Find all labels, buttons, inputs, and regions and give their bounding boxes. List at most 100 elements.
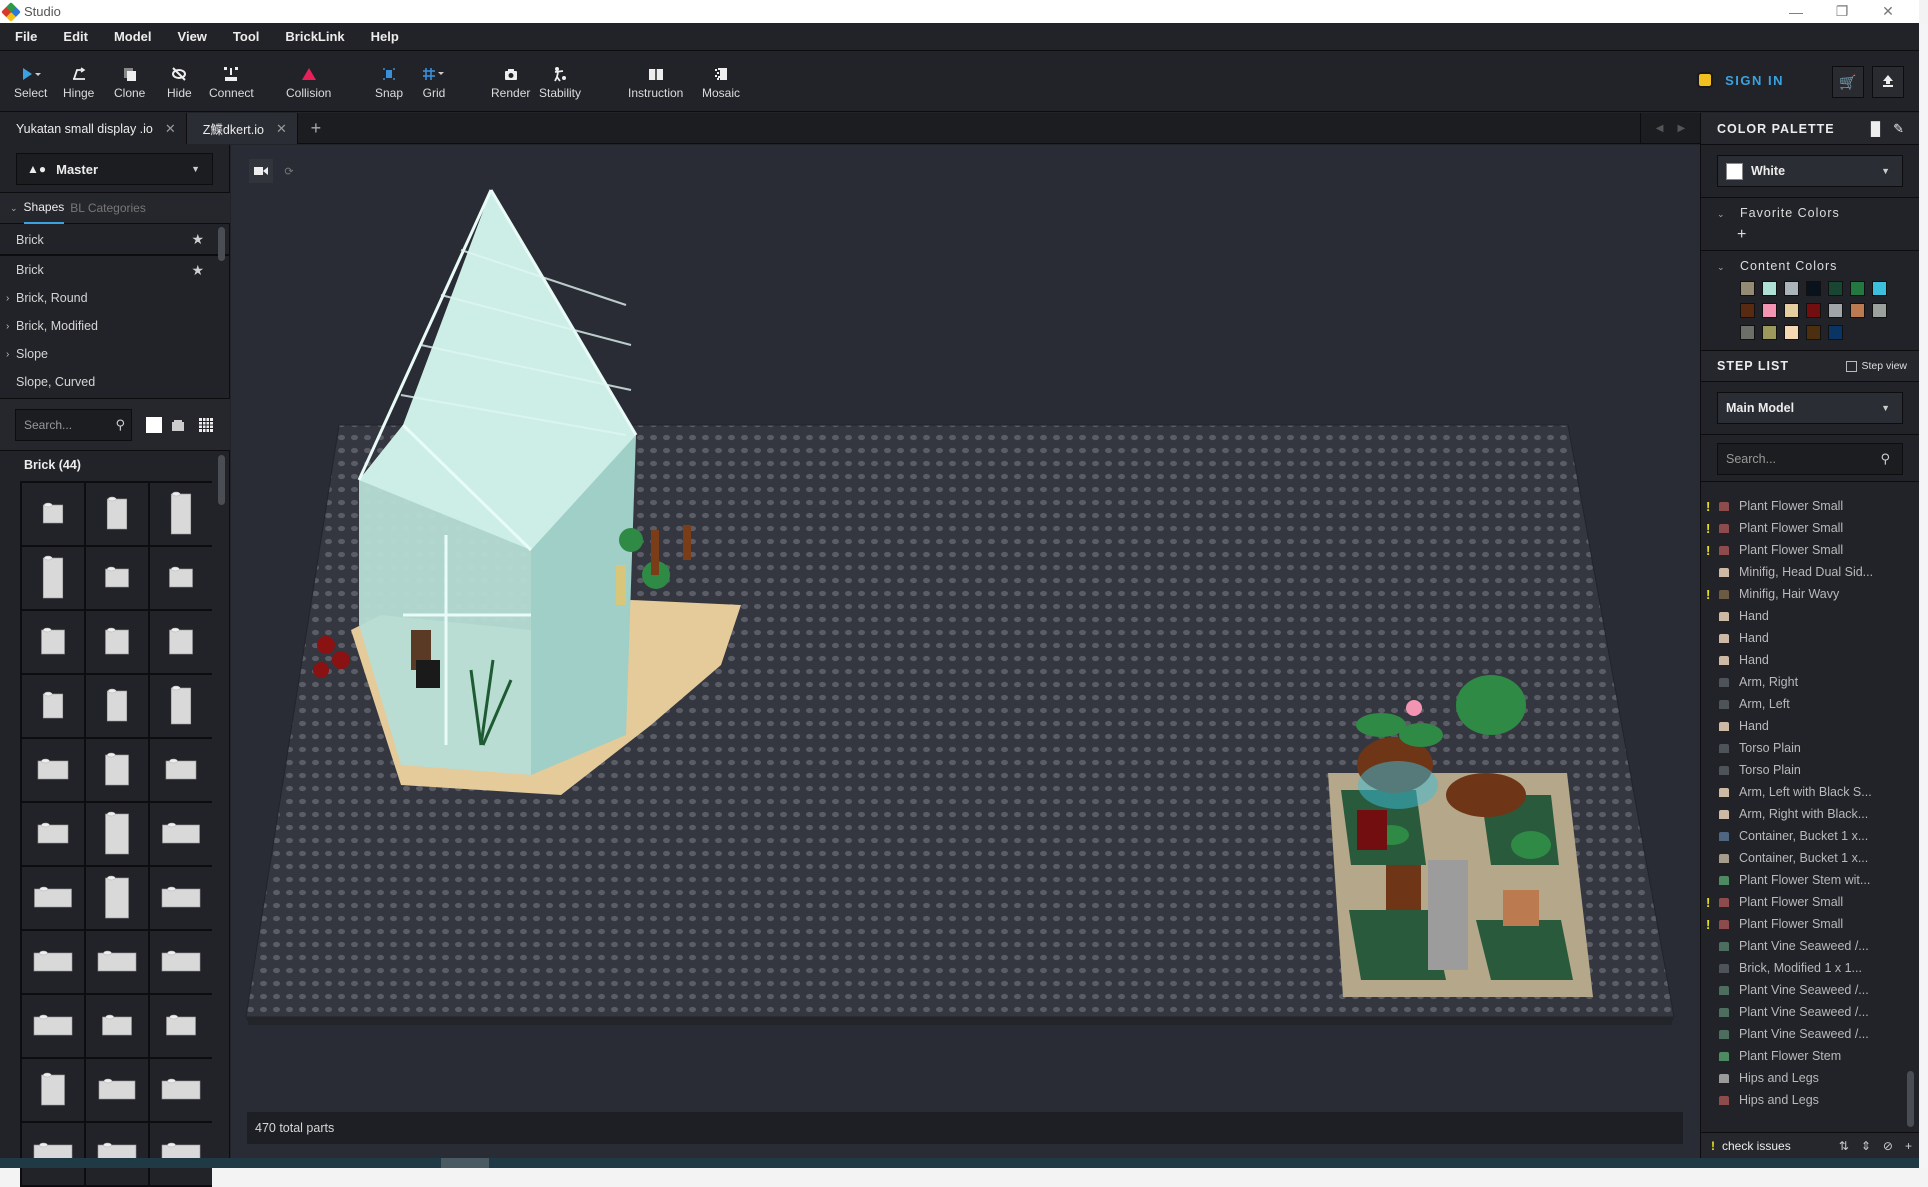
parts-search-input[interactable]: Search... ⚲	[15, 409, 132, 441]
color-swatch[interactable]	[1850, 303, 1865, 318]
upload-button[interactable]	[1872, 66, 1904, 98]
color-swatch[interactable]	[1828, 281, 1843, 296]
clone-tool[interactable]: Clone	[114, 64, 145, 100]
part-tile[interactable]	[86, 995, 148, 1057]
part-tile[interactable]	[22, 867, 84, 929]
part-tile[interactable]	[86, 547, 148, 609]
tab-next-icon[interactable]: ▶	[1678, 123, 1686, 134]
content-colors-section[interactable]: ⌄ Content Colors	[1701, 250, 1919, 273]
taskbar-item[interactable]	[441, 1158, 489, 1168]
render-tool[interactable]: Render	[491, 64, 530, 100]
step-view-toggle[interactable]: Step view	[1846, 360, 1907, 372]
part-tile[interactable]	[22, 1059, 84, 1121]
category-scrollbar[interactable]	[218, 227, 225, 261]
color-swatch[interactable]	[1784, 325, 1799, 340]
step-item[interactable]: Plant Vine Seaweed /...	[1701, 935, 1920, 957]
minimize-button[interactable]: —	[1773, 0, 1819, 23]
step-item[interactable]: Plant Vine Seaweed /...	[1701, 979, 1920, 1001]
part-tile[interactable]	[150, 867, 212, 929]
tab-bl-categories[interactable]: BL Categories	[70, 193, 146, 223]
step-item[interactable]: Brick, Modified 1 x 1...	[1701, 957, 1920, 979]
step-item[interactable]: Hand	[1701, 627, 1920, 649]
color-swatch[interactable]	[1784, 303, 1799, 318]
step-item[interactable]: Arm, Right with Black...	[1701, 803, 1920, 825]
snap-tool[interactable]: Snap	[375, 64, 403, 100]
main-model-dropdown[interactable]: Main Model ▼	[1717, 392, 1903, 424]
menu-view[interactable]: View	[178, 29, 207, 44]
category-item[interactable]: Brick ★	[0, 256, 230, 284]
color-swatch[interactable]	[1806, 281, 1821, 296]
part-tile[interactable]	[150, 1059, 212, 1121]
connect-tool[interactable]: Connect	[209, 64, 254, 100]
instruction-tool[interactable]: Instruction	[628, 64, 683, 100]
color-swatch[interactable]	[1740, 281, 1755, 296]
view-mode-brick-icon[interactable]	[170, 417, 186, 433]
color-swatch[interactable]	[1850, 281, 1865, 296]
part-tile[interactable]	[150, 611, 212, 673]
part-tile[interactable]	[86, 483, 148, 545]
color-swatch[interactable]	[1872, 303, 1887, 318]
tab-yukatan[interactable]: Yukatan small display .io ✕	[0, 113, 187, 144]
hide-tool[interactable]: Hide	[167, 64, 192, 100]
view-mode-single-icon[interactable]	[146, 417, 162, 433]
menu-tool[interactable]: Tool	[233, 29, 259, 44]
color-swatch[interactable]	[1762, 303, 1777, 318]
part-tile[interactable]	[22, 611, 84, 673]
search-icon[interactable]: ⚲	[115, 417, 125, 433]
collision-tool[interactable]: Collision	[286, 64, 331, 100]
step-search-input[interactable]: Search... ⚲	[1717, 443, 1903, 475]
menu-edit[interactable]: Edit	[63, 29, 88, 44]
step-item[interactable]: ! Plant Flower Small	[1701, 913, 1920, 935]
color-swatch[interactable]	[1784, 281, 1799, 296]
add-step-icon[interactable]: +	[1905, 1139, 1912, 1153]
category-item[interactable]: › Slope	[0, 340, 230, 368]
select-tool[interactable]: Select	[14, 64, 47, 100]
step-item[interactable]: Hand	[1701, 715, 1920, 737]
part-tile[interactable]	[86, 739, 148, 801]
part-tile[interactable]	[22, 675, 84, 737]
menu-bricklink[interactable]: BrickLink	[285, 29, 344, 44]
3d-viewport[interactable]: ⟳ 470 total parts	[231, 145, 1700, 1158]
eyedropper-icon[interactable]: ✎	[1893, 121, 1905, 137]
mosaic-tool[interactable]: Mosaic	[702, 64, 740, 100]
step-item[interactable]: Arm, Right	[1701, 671, 1920, 693]
stability-tool[interactable]: Stability	[539, 64, 581, 100]
step-item[interactable]: ! Minifig, Hair Wavy	[1701, 583, 1920, 605]
color-swatch[interactable]	[1762, 281, 1777, 296]
step-item[interactable]: Hand	[1701, 649, 1920, 671]
step-item[interactable]: Minifig, Head Dual Sid...	[1701, 561, 1920, 583]
part-tile[interactable]	[150, 739, 212, 801]
step-list-scrollbar[interactable]	[1907, 1071, 1914, 1127]
part-tile[interactable]	[86, 931, 148, 993]
menu-help[interactable]: Help	[371, 29, 399, 44]
color-swatch[interactable]	[1872, 281, 1887, 296]
star-icon[interactable]: ★	[191, 231, 204, 248]
restore-button[interactable]: ❐	[1819, 0, 1865, 23]
category-item[interactable]: › Brick, Round	[0, 284, 230, 312]
parts-scrollbar[interactable]	[218, 455, 225, 505]
part-tile[interactable]	[150, 483, 212, 545]
favorite-colors-section[interactable]: ⌄ Favorite Colors +	[1701, 197, 1919, 250]
search-icon[interactable]: ⚲	[1880, 451, 1890, 467]
part-tile[interactable]	[150, 931, 212, 993]
close-tab-icon[interactable]: ✕	[276, 121, 287, 137]
part-tile[interactable]	[86, 803, 148, 865]
part-tile[interactable]	[150, 675, 212, 737]
step-item[interactable]: Container, Bucket 1 x...	[1701, 847, 1920, 869]
part-tile[interactable]	[150, 995, 212, 1057]
category-item[interactable]: Slope, Curved	[0, 368, 230, 396]
menu-file[interactable]: File	[15, 29, 37, 44]
color-dropdown[interactable]: White ▼	[1717, 155, 1903, 187]
category-item[interactable]: › Brick, Modified	[0, 312, 230, 340]
part-tile[interactable]	[86, 675, 148, 737]
part-tile[interactable]	[22, 739, 84, 801]
menu-model[interactable]: Model	[114, 29, 152, 44]
part-tile[interactable]	[150, 803, 212, 865]
part-tile[interactable]	[86, 611, 148, 673]
close-window-button[interactable]: ✕	[1865, 0, 1911, 23]
tab-zoldkert[interactable]: Z鰈dkert.io ✕	[186, 113, 298, 144]
color-swatch[interactable]	[1828, 325, 1843, 340]
step-item[interactable]: ! Plant Flower Small	[1701, 891, 1920, 913]
grid-tool[interactable]: Grid	[422, 64, 446, 100]
step-item[interactable]: Arm, Left with Black S...	[1701, 781, 1920, 803]
